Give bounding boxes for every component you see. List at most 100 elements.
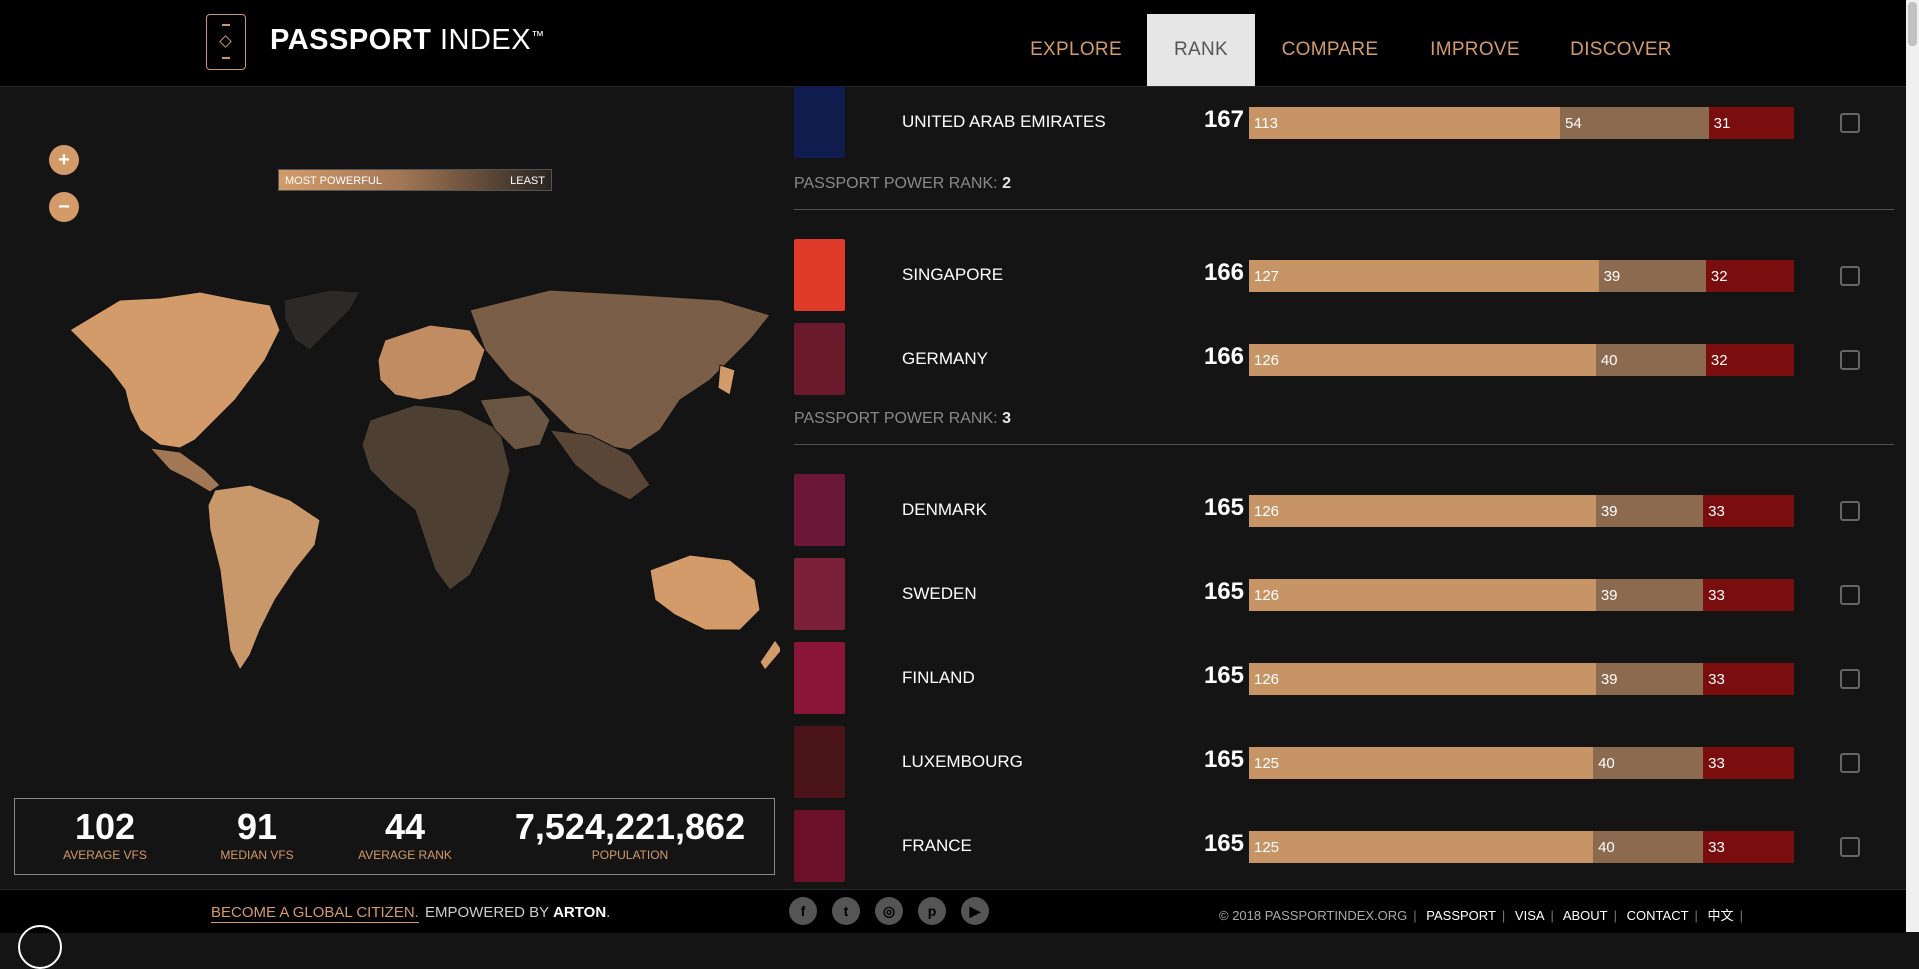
- map-region-central-america: [148, 447, 221, 493]
- passport-cover-image: [794, 474, 845, 546]
- power-score: 165: [1203, 578, 1244, 605]
- stat-median-vfs: 91 MEDIAN VFS: [220, 806, 294, 863]
- visa-required-segment: 33: [1703, 831, 1794, 863]
- footer: BECOME A GLOBAL CITIZEN. EMPOWERED BY AR…: [0, 889, 1906, 933]
- passport-logo-icon[interactable]: [206, 14, 246, 70]
- compare-checkbox[interactable]: [1840, 350, 1860, 370]
- visa-required-segment: 33: [1703, 663, 1794, 695]
- compare-checkbox[interactable]: [1840, 501, 1860, 521]
- become-global-citizen-link[interactable]: BECOME A GLOBAL CITIZEN.: [211, 904, 419, 923]
- passport-cover-image: [794, 810, 845, 882]
- footer-link-contact[interactable]: CONTACT: [1627, 908, 1689, 923]
- visa-free-segment: 125: [1249, 747, 1594, 779]
- visa-on-arrival-segment: 39: [1595, 495, 1704, 527]
- arton-link[interactable]: ARTON: [553, 904, 606, 921]
- compare-checkbox[interactable]: [1840, 837, 1860, 857]
- pinterest-icon[interactable]: p: [918, 897, 946, 925]
- passport-cover-image: [794, 323, 845, 395]
- zoom-in-button[interactable]: +: [49, 145, 79, 175]
- map-region-new-zealand: [759, 639, 780, 671]
- country-name[interactable]: SINGAPORE: [902, 265, 1003, 285]
- stat-average-vfs: 102 AVERAGE VFS: [63, 806, 147, 863]
- world-map[interactable]: [30, 270, 780, 710]
- rank-row[interactable]: LUXEMBOURG 165 125 40 33: [794, 726, 1894, 798]
- country-name[interactable]: GERMANY: [902, 349, 988, 369]
- youtube-icon[interactable]: ▶: [961, 897, 989, 925]
- passport-cover-image: [794, 558, 845, 630]
- power-legend: MOST POWERFUL LEAST: [278, 169, 552, 191]
- country-name[interactable]: LUXEMBOURG: [902, 752, 1023, 772]
- nav-rank[interactable]: RANK: [1147, 14, 1255, 86]
- visa-required-segment: 33: [1703, 579, 1794, 611]
- footer-link-about[interactable]: ABOUT: [1563, 908, 1608, 923]
- footer-links: © 2018 PASSPORTINDEX.ORG | PASSPORT | VISA…: [1219, 908, 1743, 923]
- power-score: 165: [1203, 662, 1244, 689]
- visa-breakdown-bar: 113 54 31: [1249, 107, 1794, 139]
- scrollbar-thumb[interactable]: [1908, 2, 1917, 46]
- footer-link-passport[interactable]: PASSPORT: [1426, 908, 1496, 923]
- visa-required-segment: 32: [1705, 344, 1794, 376]
- nav-improve[interactable]: IMPROVE: [1420, 14, 1530, 86]
- visa-free-segment: 126: [1249, 663, 1596, 695]
- nav-compare[interactable]: COMPARE: [1270, 14, 1390, 86]
- visa-on-arrival-segment: 40: [1595, 344, 1706, 376]
- footer-link-chinese[interactable]: 中文: [1708, 908, 1734, 923]
- instagram-icon[interactable]: ◎: [875, 897, 903, 925]
- visa-free-segment: 127: [1249, 260, 1599, 292]
- nav-discover[interactable]: DISCOVER: [1560, 14, 1682, 86]
- brand-title[interactable]: PASSPORT INDEX™: [270, 24, 545, 57]
- visa-on-arrival-segment: 54: [1560, 107, 1709, 139]
- visa-on-arrival-segment: 39: [1598, 260, 1706, 292]
- compare-checkbox[interactable]: [1840, 669, 1860, 689]
- compare-checkbox[interactable]: [1840, 753, 1860, 773]
- country-name[interactable]: UNITED ARAB EMIRATES: [902, 112, 1106, 132]
- rank-row[interactable]: FRANCE 165 125 40 33: [794, 810, 1894, 882]
- visa-free-segment: 126: [1249, 344, 1596, 376]
- visa-on-arrival-segment: 40: [1593, 831, 1704, 863]
- passport-cover-image: [794, 642, 845, 714]
- compare-checkbox[interactable]: [1840, 585, 1860, 605]
- power-score: 167: [1203, 106, 1244, 133]
- rank-row[interactable]: GERMANY 166 126 40 32: [794, 323, 1894, 395]
- visa-breakdown-bar: 126 39 33: [1249, 579, 1794, 611]
- passport-cover-image: [794, 86, 845, 158]
- zoom-out-button[interactable]: −: [49, 192, 79, 222]
- rank-row[interactable]: SINGAPORE 166 127 39 32: [794, 239, 1894, 311]
- compare-checkbox[interactable]: [1840, 113, 1860, 133]
- twitter-icon[interactable]: t: [832, 897, 860, 925]
- visa-on-arrival-segment: 40: [1593, 747, 1704, 779]
- country-name[interactable]: DENMARK: [902, 500, 987, 520]
- stat-average-rank: 44 AVERAGE RANK: [358, 806, 452, 863]
- top-header: PASSPORT INDEX™ EXPLORE RANK COMPARE IMP…: [0, 0, 1906, 87]
- legend-least-label: LEAST: [510, 175, 545, 187]
- map-region-south-america: [207, 484, 321, 671]
- rank-group-header: PASSPORT POWER RANK: 2: [794, 175, 1894, 210]
- nav-explore[interactable]: EXPLORE: [1019, 14, 1133, 86]
- visa-breakdown-bar: 126 39 33: [1249, 663, 1794, 695]
- visa-required-segment: 33: [1703, 747, 1794, 779]
- country-name[interactable]: FRANCE: [902, 836, 972, 856]
- visa-required-segment: 32: [1705, 260, 1794, 292]
- facebook-icon[interactable]: f: [789, 897, 817, 925]
- visa-breakdown-bar: 126 40 32: [1249, 344, 1794, 376]
- visa-free-segment: 113: [1249, 107, 1561, 139]
- passport-cover-image: [794, 239, 845, 311]
- country-name[interactable]: SWEDEN: [902, 584, 977, 604]
- empowered-by: EMPOWERED BY ARTON.: [425, 904, 611, 921]
- visa-required-segment: 31: [1708, 107, 1794, 139]
- map-region-africa: [361, 404, 511, 591]
- map-region-australia: [649, 554, 761, 631]
- rank-row[interactable]: DENMARK 165 126 39 33: [794, 474, 1894, 546]
- power-score: 165: [1203, 830, 1244, 857]
- compare-checkbox[interactable]: [1840, 266, 1860, 286]
- page-scrollbar[interactable]: [1906, 0, 1919, 932]
- country-name[interactable]: FINLAND: [902, 668, 975, 688]
- footer-link-visa[interactable]: VISA: [1515, 908, 1545, 923]
- map-region-japan: [717, 364, 736, 396]
- legend-most-label: MOST POWERFUL: [285, 175, 382, 187]
- rank-row[interactable]: SWEDEN 165 126 39 33: [794, 558, 1894, 630]
- map-region-north-america: [69, 291, 281, 449]
- rank-row[interactable]: UNITED ARAB EMIRATES 167 113 54 31: [794, 86, 1894, 158]
- visa-free-segment: 126: [1249, 579, 1596, 611]
- rank-row[interactable]: FINLAND 165 126 39 33: [794, 642, 1894, 714]
